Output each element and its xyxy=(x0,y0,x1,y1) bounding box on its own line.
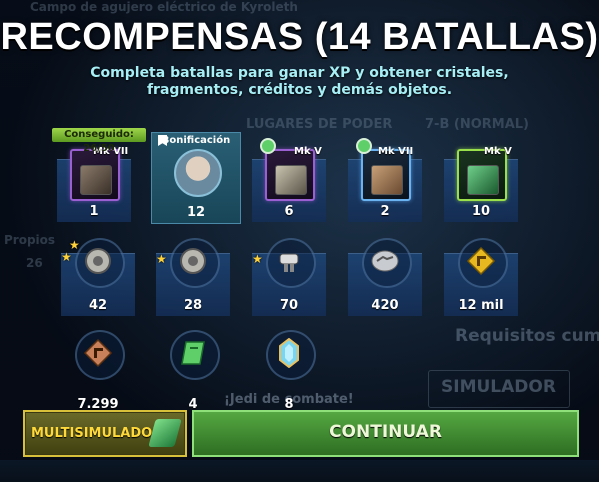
reward-slot-mat-8[interactable]: 8 xyxy=(252,328,326,412)
star-icon: ★ xyxy=(156,252,167,266)
sphere-gear-icon xyxy=(85,248,111,274)
reward-qty: 42 xyxy=(88,298,108,313)
gear-mark: Mk V xyxy=(294,146,322,157)
reward-slot-mat-4[interactable]: 420 xyxy=(348,236,422,316)
green-dot-icon xyxy=(356,138,372,154)
reward-slot-mat-5[interactable]: 12 mil xyxy=(444,236,518,316)
gear-shape xyxy=(275,165,307,195)
subtitle-line-2: fragmentos, créditos y demás objetos. xyxy=(146,82,453,98)
reward-slot-gear-3[interactable]: Mk VII 2 xyxy=(348,138,422,222)
credits-icon xyxy=(466,246,496,276)
gear-mark: Mk VII xyxy=(378,146,414,157)
progress-badge: Conseguido: 26/50 xyxy=(52,128,146,154)
reward-slot-mat-2[interactable]: ★ 28 xyxy=(156,236,230,316)
subtitle-line-1: Completa batallas para ganar XP y obtene… xyxy=(90,65,509,81)
sim-ticket-icon xyxy=(148,419,182,447)
bg-simulator-label: SIMULADOR xyxy=(441,377,556,397)
reward-slot-mat-3[interactable]: ★ 70 xyxy=(252,236,326,316)
bonus-reward[interactable]: Bonificación 12 xyxy=(151,132,241,224)
bonus-qty: 12 xyxy=(186,205,206,220)
bottom-bar xyxy=(0,460,599,482)
subtitle: Completa batallas para ganar XP y obtene… xyxy=(0,65,599,99)
crystal-icon xyxy=(279,338,299,368)
continue-button[interactable]: CONTINUAR xyxy=(192,410,579,457)
multisim-button[interactable]: MULTISIMULADOR xyxy=(23,410,187,457)
reward-slot-mat-1[interactable]: ★ ★ 42 xyxy=(61,236,135,316)
reward-slot-gear-4[interactable]: Mk V 10 xyxy=(444,142,518,222)
bg-simulator-button: SIMULADOR xyxy=(428,370,570,408)
reward-slot-gear-2[interactable]: Mk V 6 xyxy=(252,138,326,222)
bg-requirements-text: Requisitos cumpl xyxy=(455,326,599,346)
reward-qty: 2 xyxy=(380,204,390,219)
gear-shape xyxy=(467,165,499,195)
bg-lugares-label: LUGARES DE PODER xyxy=(246,117,393,132)
reward-qty: 1 xyxy=(89,204,99,219)
bg-owned-count: 26 xyxy=(26,256,43,270)
gear-mark: Mk V xyxy=(484,146,512,157)
gear-shape xyxy=(371,165,403,195)
reward-qty: 420 xyxy=(371,298,399,313)
bg-header-text: Campo de agujero eléctrico de Kyroleth xyxy=(30,0,298,14)
reward-qty: 12 mil xyxy=(458,298,504,313)
reward-slot-mat-6[interactable]: 7.299 xyxy=(61,328,135,412)
green-dot-icon xyxy=(260,138,276,154)
star-icon: ★ xyxy=(61,250,72,264)
handshake-token-icon xyxy=(371,250,399,272)
continue-label: CONTINUAR xyxy=(329,422,442,442)
star-icon: ★ xyxy=(252,252,263,266)
reward-qty: 28 xyxy=(183,298,203,313)
sphere-gear-icon xyxy=(180,248,206,274)
bg-node-label: 7-B (NORMAL) xyxy=(425,117,529,132)
multisim-label: MULTISIMULADOR xyxy=(31,426,163,441)
reward-qty: 6 xyxy=(284,204,294,219)
reward-slot-mat-7[interactable]: 4 xyxy=(156,328,230,412)
reward-qty: 10 xyxy=(471,204,491,219)
sim-ticket-icon xyxy=(181,341,205,365)
page-title: RECOMPENSAS (14 BATALLAS) xyxy=(0,16,599,58)
character-portrait-icon xyxy=(174,149,222,197)
droid-part-icon xyxy=(279,253,299,272)
ship-credits-icon xyxy=(83,338,113,368)
gear-shape xyxy=(80,165,112,195)
bonus-label: Bonificación xyxy=(161,135,231,146)
reward-qty: 70 xyxy=(279,298,299,313)
bg-owned-label: Propios xyxy=(4,233,56,247)
